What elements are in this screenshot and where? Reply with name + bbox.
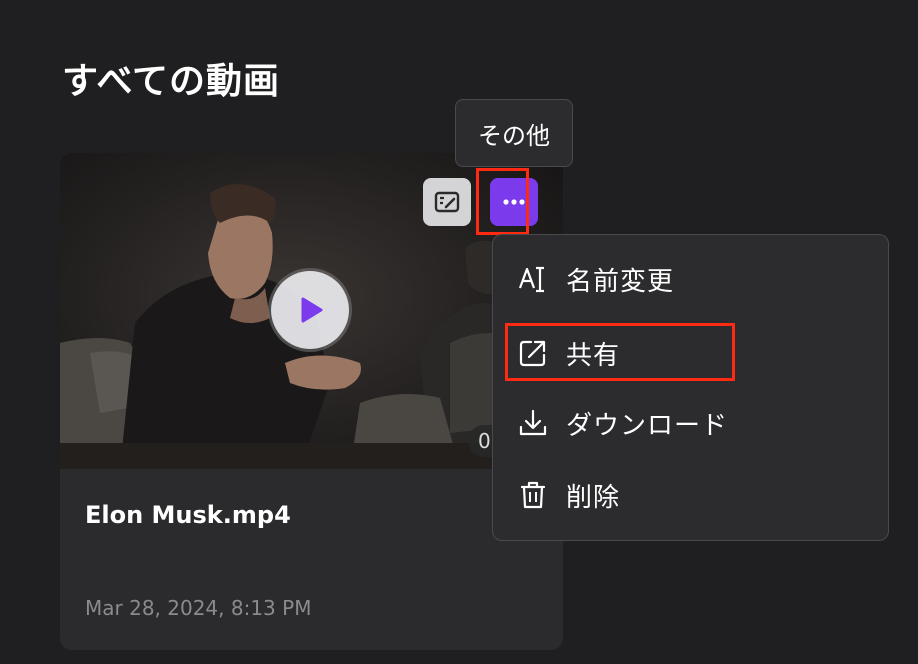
menu-item-download[interactable]: ダウンロード [493,393,888,453]
trash-icon [517,479,549,511]
edit-button[interactable] [423,178,471,226]
video-date: Mar 28, 2024, 8:13 PM [85,596,312,620]
menu-item-label: 共有 [566,340,621,371]
menu-item-label: 名前変更 [566,266,675,297]
options-menu: 名前変更 共有 ダウンロード 削除 [492,234,889,541]
menu-item-rename[interactable]: 名前変更 [493,249,888,309]
share-icon [517,337,549,369]
rename-icon [517,263,549,295]
page-title: すべての動画 [62,61,281,102]
edit-icon [434,191,460,213]
play-button[interactable] [271,271,349,349]
video-card[interactable]: 0 Elon Musk.mp4 Mar 28, 2024, 8:13 PM [60,153,563,650]
more-tooltip: その他 [455,99,573,167]
page: すべての動画 0 Elon Musk.mp4 Mar 28, 2024, 8:1… [0,0,918,664]
menu-item-delete[interactable]: 削除 [493,465,888,525]
more-options-button[interactable] [490,178,538,226]
video-thumbnail[interactable]: 0 [60,153,563,469]
video-title: Elon Musk.mp4 [85,501,291,529]
menu-item-share[interactable]: 共有 [493,323,888,383]
more-dots-icon [503,199,525,205]
menu-item-label: ダウンロード [566,410,729,441]
play-icon [301,297,323,323]
menu-item-label: 削除 [566,482,621,513]
download-icon [517,407,549,439]
